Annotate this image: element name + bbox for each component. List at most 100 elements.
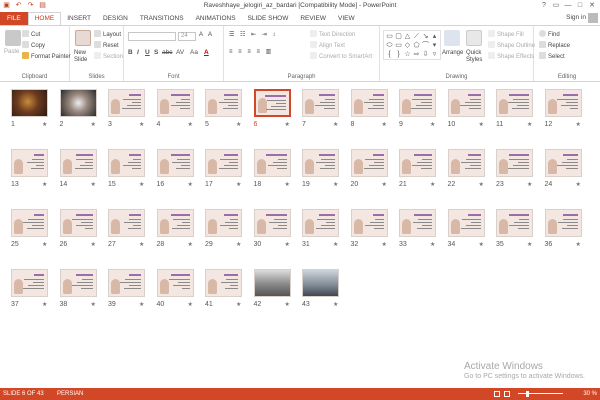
strikethrough-button[interactable]: abc bbox=[162, 49, 172, 56]
transition-star-icon[interactable]: ★ bbox=[236, 241, 241, 248]
tab-file[interactable]: FILE bbox=[0, 12, 28, 25]
transition-star-icon[interactable]: ★ bbox=[236, 301, 241, 308]
paste-button[interactable]: Paste bbox=[4, 49, 19, 55]
slide-thumbnail[interactable] bbox=[399, 149, 436, 177]
maximize-button[interactable]: □ bbox=[574, 0, 586, 11]
transition-star-icon[interactable]: ★ bbox=[576, 121, 581, 128]
close-button[interactable]: ✕ bbox=[586, 0, 598, 11]
font-color-button[interactable]: A bbox=[204, 49, 209, 56]
transition-star-icon[interactable]: ★ bbox=[479, 241, 484, 248]
quick-styles-button[interactable]: Quick bbox=[466, 50, 481, 56]
convert-smartart-button[interactable]: Convert to SmartArt bbox=[310, 52, 372, 60]
align-toolbar[interactable]: ≡ ≡ ≡ ≡ ▥ bbox=[229, 48, 273, 55]
shadow-button[interactable]: S bbox=[154, 49, 158, 56]
transition-star-icon[interactable]: ★ bbox=[42, 121, 47, 128]
transition-star-icon[interactable]: ★ bbox=[188, 301, 193, 308]
text-direction-button[interactable]: Text Direction bbox=[310, 30, 355, 38]
minimize-button[interactable]: — bbox=[562, 0, 574, 11]
slide-thumbnail[interactable] bbox=[253, 89, 291, 117]
font-name-box[interactable] bbox=[128, 32, 176, 41]
transition-star-icon[interactable]: ★ bbox=[139, 301, 144, 308]
avatar[interactable] bbox=[588, 13, 598, 23]
transition-star-icon[interactable]: ★ bbox=[382, 241, 387, 248]
slide-thumbnail[interactable] bbox=[205, 149, 242, 177]
slide-thumbnail[interactable] bbox=[156, 89, 194, 117]
language-indicator[interactable]: PERSIAN bbox=[57, 388, 83, 400]
select-button[interactable]: Select bbox=[539, 52, 565, 60]
change-case-button[interactable]: Aa bbox=[190, 49, 198, 56]
slide-thumbnail[interactable] bbox=[59, 209, 97, 237]
transition-star-icon[interactable]: ★ bbox=[188, 241, 193, 248]
transition-star-icon[interactable]: ★ bbox=[285, 241, 290, 248]
slide-thumbnail[interactable] bbox=[496, 209, 533, 237]
slide-thumbnail[interactable] bbox=[108, 89, 145, 117]
transition-star-icon[interactable]: ★ bbox=[382, 121, 387, 128]
slide-thumbnail[interactable] bbox=[302, 269, 339, 297]
slide-thumbnail[interactable] bbox=[447, 209, 485, 237]
new-slide-button-label[interactable]: Slide bbox=[74, 57, 87, 63]
slide-thumbnail[interactable] bbox=[350, 149, 388, 177]
slide-thumbnail[interactable] bbox=[108, 209, 145, 237]
section-button[interactable]: Section bbox=[94, 52, 123, 60]
transition-star-icon[interactable]: ★ bbox=[285, 301, 290, 308]
slide-thumbnail[interactable] bbox=[156, 269, 194, 297]
tab-review[interactable]: REVIEW bbox=[294, 12, 332, 25]
find-button[interactable]: Find bbox=[539, 30, 560, 38]
new-slide-button[interactable]: New bbox=[74, 50, 86, 56]
slide-thumbnail[interactable] bbox=[11, 149, 48, 177]
transition-star-icon[interactable]: ★ bbox=[139, 181, 144, 188]
slide-thumbnail[interactable] bbox=[253, 149, 291, 177]
underline-button[interactable]: U bbox=[145, 49, 150, 56]
bullets-toolbar[interactable]: ☰ ☷ ⇤ ⇥ ↕ bbox=[229, 31, 277, 38]
transition-star-icon[interactable]: ★ bbox=[236, 121, 241, 128]
transition-star-icon[interactable]: ★ bbox=[285, 121, 290, 128]
slide-thumbnail[interactable] bbox=[205, 89, 242, 117]
transition-star-icon[interactable]: ★ bbox=[527, 181, 532, 188]
transition-star-icon[interactable]: ★ bbox=[527, 241, 532, 248]
slide-thumbnail[interactable] bbox=[350, 209, 388, 237]
tab-home[interactable]: HOME bbox=[27, 12, 62, 25]
quick-styles-button-label[interactable]: Styles bbox=[466, 57, 482, 63]
tab-animations[interactable]: ANIMATIONS bbox=[190, 12, 242, 25]
slide-thumbnail[interactable] bbox=[399, 89, 436, 117]
reset-button[interactable]: Reset bbox=[94, 41, 119, 49]
tab-slide-show[interactable]: SLIDE SHOW bbox=[242, 12, 295, 25]
slide-thumbnail[interactable] bbox=[11, 209, 48, 237]
shape-fill-button[interactable]: Shape Fill bbox=[488, 30, 524, 38]
shape-effects-button[interactable]: Shape Effects bbox=[488, 52, 534, 60]
transition-star-icon[interactable]: ★ bbox=[91, 301, 96, 308]
slide-thumbnail[interactable] bbox=[156, 209, 194, 237]
transition-star-icon[interactable]: ★ bbox=[236, 181, 241, 188]
slide-thumbnail[interactable] bbox=[59, 149, 97, 177]
transition-star-icon[interactable]: ★ bbox=[285, 181, 290, 188]
transition-star-icon[interactable]: ★ bbox=[139, 121, 144, 128]
transition-star-icon[interactable]: ★ bbox=[479, 181, 484, 188]
cut-button[interactable]: Cut bbox=[22, 30, 40, 38]
transition-star-icon[interactable]: ★ bbox=[576, 181, 581, 188]
slide-thumbnail[interactable] bbox=[496, 89, 533, 117]
transition-star-icon[interactable]: ★ bbox=[42, 301, 47, 308]
tab-transitions[interactable]: TRANSITIONS bbox=[134, 12, 190, 25]
tab-design[interactable]: DESIGN bbox=[97, 12, 134, 25]
transition-star-icon[interactable]: ★ bbox=[479, 121, 484, 128]
slide-thumbnail[interactable] bbox=[544, 149, 582, 177]
slide-thumbnail[interactable] bbox=[544, 209, 582, 237]
slide-thumbnail[interactable] bbox=[108, 269, 145, 297]
transition-star-icon[interactable]: ★ bbox=[91, 121, 96, 128]
slide-thumbnail[interactable] bbox=[496, 149, 533, 177]
arrange-icon[interactable] bbox=[444, 30, 460, 46]
slide-sorter[interactable]: 1 ★ 2 ★ 3 ★ 4 ★ 5 ★ 6 ★ 7 ★ 8 ★ 9 ★ 10 ★ 11 ★ 12 ★ 13 ★ 14 ★ 15 ★ 16 ★ 1… bbox=[0, 83, 600, 388]
shapes-gallery[interactable]: ▭ ▢ △ ⟋ ↘ ▴ ⬭ ▭ ◇ ⬠ ⌒ ▾ {} ☆ ⇨ ⇩ ▿ bbox=[383, 30, 441, 60]
layout-button[interactable]: Layout bbox=[94, 30, 121, 38]
slide-thumbnail[interactable] bbox=[156, 149, 194, 177]
transition-star-icon[interactable]: ★ bbox=[430, 121, 435, 128]
shrink-font-button[interactable]: A bbox=[208, 32, 212, 38]
slide-thumbnail[interactable] bbox=[544, 89, 582, 117]
slide-thumbnail[interactable] bbox=[11, 89, 48, 117]
slide-thumbnail[interactable] bbox=[253, 209, 291, 237]
sorter-view-icon[interactable] bbox=[504, 391, 510, 397]
tab-insert[interactable]: INSERT bbox=[61, 12, 97, 25]
font-size-box[interactable]: 24 bbox=[178, 32, 196, 41]
slide-thumbnail[interactable] bbox=[350, 89, 388, 117]
italic-button[interactable]: I bbox=[137, 49, 139, 56]
